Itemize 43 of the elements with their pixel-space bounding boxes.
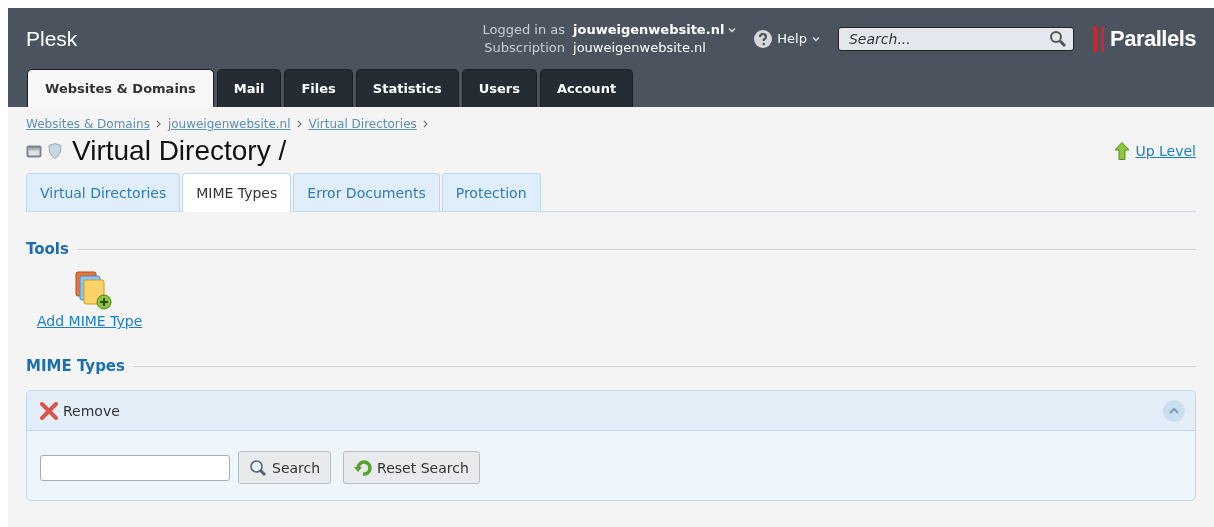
remove-button[interactable]: Remove [40, 401, 120, 420]
section-title: Tools [26, 240, 69, 258]
caret-icon [812, 35, 820, 42]
nav-tab[interactable]: Websites & Domains [27, 69, 214, 107]
chevron-icon [296, 120, 303, 128]
nav-tab[interactable]: Users [461, 69, 537, 107]
sub-tab[interactable]: Protection [441, 173, 541, 211]
collapse-icon [1163, 399, 1185, 422]
chevron-icon [422, 120, 429, 128]
help-menu[interactable]: Help [754, 29, 820, 48]
folder-icon [26, 144, 42, 158]
logged-in-label: Logged in as [482, 20, 566, 39]
documents-add-icon [73, 270, 114, 310]
cross-icon [40, 401, 58, 420]
up-arrow-icon [1114, 142, 1131, 160]
sub-tab[interactable]: Virtual Directories [26, 173, 181, 211]
account-menu[interactable]: jouweigenwebsite.nl [573, 20, 737, 39]
nav-tab[interactable]: Statistics [355, 69, 459, 107]
subscription-link[interactable]: jouweigenwebsite.nl [573, 38, 737, 57]
logo-bars-icon [1094, 25, 1106, 52]
up-level-link[interactable]: Up Level [1114, 142, 1196, 160]
sub-tab[interactable]: Error Documents [293, 173, 440, 211]
brand-name: Plesk [26, 26, 78, 51]
page-title: Virtual Directory / [72, 135, 287, 167]
sub-tab[interactable]: MIME Types [182, 173, 292, 212]
shield-icon [48, 143, 62, 159]
search-icon [1049, 29, 1067, 48]
caret-icon [728, 26, 737, 33]
search-field[interactable]: Search... [838, 26, 1074, 51]
reset-search-button[interactable]: Reset Search [343, 451, 480, 484]
search-input[interactable] [40, 454, 230, 481]
nav-tab[interactable]: Files [284, 69, 353, 107]
nav-tab[interactable]: Account [539, 69, 634, 107]
subscription-label: Subscription [484, 38, 566, 57]
search-icon [249, 458, 267, 477]
vendor-logo: Parallels [1110, 25, 1196, 52]
help-icon [754, 29, 773, 48]
nav-tab[interactable]: Mail [216, 69, 282, 107]
section-title: MIME Types [26, 357, 125, 375]
add-mime-type-tool[interactable]: Add MIME Type [37, 270, 143, 329]
chevron-icon [155, 120, 162, 128]
reset-icon [354, 458, 373, 477]
search-button[interactable]: Search [238, 451, 332, 484]
